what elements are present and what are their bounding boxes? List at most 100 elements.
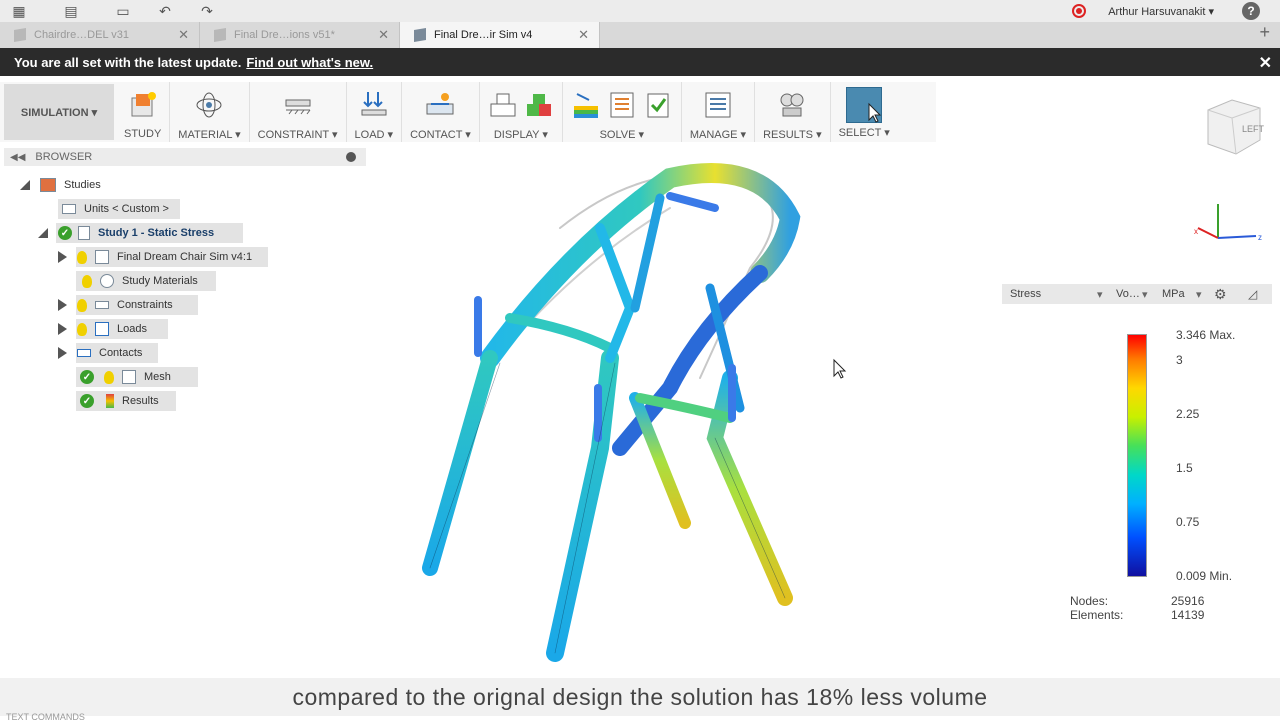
save-icon[interactable]: ▭ [112,2,134,20]
elements-value: 14139 [1171,608,1205,622]
manage-button[interactable]: MANAGE ▾ [682,82,756,142]
text-commands-toggle[interactable]: TEXT COMMANDS [6,712,85,720]
results-icon [777,90,807,120]
undo-icon[interactable]: ↶ [154,2,176,20]
tree-item-study-materials[interactable]: Study Materials [76,271,216,291]
solve-label: SOLVE ▾ [599,129,645,141]
material-button[interactable]: MATERIAL ▾ [170,82,250,142]
mesh-node-icon [122,370,136,384]
constraint-button[interactable]: CONSTRAINT ▾ [250,82,347,142]
tree-item-mesh[interactable]: ✓ Mesh [76,367,198,387]
unit-dropdown[interactable]: MPa [1162,288,1185,300]
load-button[interactable]: LOAD ▾ [347,82,403,142]
browser-panel-header: ◀◀ BROWSER [4,148,366,166]
tab-document-2[interactable]: Final Dre…ions v51* ✕ [200,22,400,48]
tree-item-label: Final Dream Chair Sim v4:1 [117,251,253,263]
legend-tick: 3 [1176,353,1183,367]
solve-button[interactable]: SOLVE ▾ [563,82,682,142]
constraint-node-icon [95,301,109,309]
document-icon [214,27,226,43]
select-button[interactable]: SELECT ▾ [831,82,898,142]
video-caption: compared to the orignal design the solut… [0,678,1280,716]
constraint-icon [283,90,313,120]
collapse-node-icon[interactable] [38,228,48,238]
select-label: SELECT ▾ [838,127,890,139]
update-notice: You are all set with the latest update. … [0,48,1280,76]
user-menu[interactable]: Arthur Harsuvanakit ▾ [1108,5,1214,18]
record-icon[interactable] [1072,4,1087,18]
whats-new-link[interactable]: Find out what's new. [246,55,373,70]
close-icon[interactable]: ✕ [178,27,189,43]
notice-text: You are all set with the latest update. [14,54,242,70]
workspace-switcher[interactable]: SIMULATION ▾ [4,84,114,140]
nodes-value: 25916 [1171,594,1205,608]
result-type-dropdown[interactable]: Stress [1010,288,1041,300]
study-icon [128,90,158,120]
contact-icon [425,90,455,120]
visibility-bulb-icon[interactable] [82,274,92,288]
result-option-dropdown[interactable]: Vo… [1116,288,1140,300]
axis-triad: x z [1194,204,1262,242]
display-label: DISPLAY ▾ [493,129,548,141]
mouse-cursor-icon [833,358,847,379]
new-tab-icon[interactable]: + [1259,22,1270,43]
collapse-panel-icon[interactable]: ◀◀ [10,152,25,163]
dropdown-arrow-icon[interactable]: ▾ [1097,288,1103,301]
legend-tick: 0.75 [1176,515,1200,529]
expand-node-icon[interactable] [58,251,67,263]
constraint-label: CONSTRAINT ▾ [257,129,338,141]
load-node-icon [95,322,109,336]
collapse-node-icon[interactable] [20,180,30,190]
tree-item-label: Contacts [99,347,143,359]
elements-label: Elements: [1070,608,1124,622]
tree-item-results[interactable]: ✓ Results [76,391,176,411]
redo-icon[interactable]: ↷ [196,2,218,20]
grid-menu-icon[interactable]: ▦ [8,2,30,20]
visibility-bulb-icon[interactable] [77,298,87,312]
view-cube[interactable]: LEFT [1202,96,1264,158]
dropdown-arrow-icon[interactable]: ▾ [1142,288,1148,301]
tree-item-model[interactable]: Final Dream Chair Sim v4:1 [58,247,268,267]
tree-item-label: Units < Custom > [84,203,169,215]
tree-item-units[interactable]: Units < Custom > [58,199,180,219]
expand-node-icon[interactable] [58,299,67,311]
close-icon[interactable]: ✕ [1259,53,1272,73]
material-icon [194,90,224,120]
tab-document-3[interactable]: Final Dre…ir Sim v4 ✕ [400,22,600,48]
study-node-icon [78,226,90,240]
close-icon[interactable]: ✕ [578,27,589,43]
expand-node-icon[interactable] [58,323,67,335]
display-button[interactable]: DISPLAY ▾ [480,82,563,142]
dropdown-arrow-icon[interactable]: ▾ [1196,288,1202,301]
help-icon[interactable]: ? [1242,2,1260,20]
units-icon [62,204,76,214]
visibility-bulb-icon[interactable] [104,370,114,384]
document-icon [414,27,426,43]
tree-item-constraints[interactable]: Constraints [58,295,198,315]
studies-icon [40,178,56,192]
document-tabs: Chairdre…DEL v31 ✕ Final Dre…ions v51* ✕… [0,22,1280,48]
tree-item-label: Results [122,395,159,407]
tree-item-study-1[interactable]: ✓ Study 1 - Static Stress [38,223,243,243]
gear-icon[interactable]: ⚙ [1214,286,1227,303]
pin-icon[interactable] [346,152,356,162]
tab-document-1[interactable]: Chairdre…DEL v31 ✕ [0,22,200,48]
component-icon [95,250,109,264]
close-icon[interactable]: ✕ [378,27,389,43]
tree-item-contacts[interactable]: Contacts [58,343,158,363]
contact-button[interactable]: CONTACT ▾ [402,82,480,142]
tree-item-studies[interactable]: Studies [20,175,120,195]
legend-expand-icon[interactable]: ◿ [1248,287,1257,301]
results-label: RESULTS ▾ [763,129,822,141]
model-viewport[interactable] [370,148,990,668]
load-label: LOAD ▾ [354,129,394,141]
results-button[interactable]: RESULTS ▾ [755,82,831,142]
visibility-bulb-icon[interactable] [77,322,87,336]
load-icon [359,90,389,120]
tree-item-loads[interactable]: Loads [58,319,168,339]
expand-node-icon[interactable] [58,347,67,359]
study-button[interactable]: STUDY [116,82,171,142]
visibility-bulb-icon[interactable] [77,250,87,264]
tree-item-label: Constraints [117,299,173,311]
file-icon[interactable]: ▤ [60,2,82,20]
